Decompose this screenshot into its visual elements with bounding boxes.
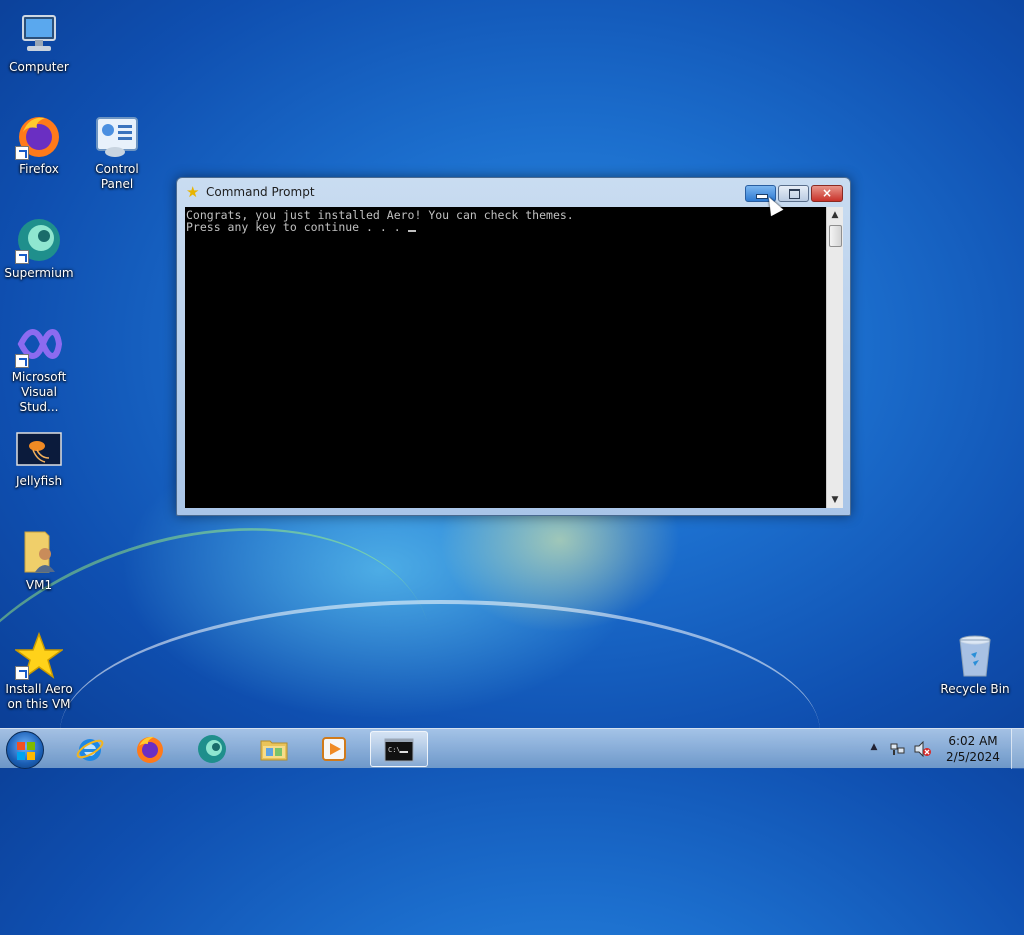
close-icon: ×	[821, 186, 833, 200]
show-desktop-button[interactable]	[1011, 729, 1024, 769]
shortcut-arrow-icon	[15, 354, 29, 368]
firefox-icon	[135, 734, 165, 764]
svg-text:C:\: C:\	[388, 746, 401, 754]
supermium-icon	[197, 734, 227, 764]
desktop-icon-label: Jellyfish	[15, 474, 63, 488]
taskbar-item-file-explorer[interactable]	[246, 731, 302, 767]
supermium-icon	[15, 216, 63, 264]
visual-studio-icon	[15, 320, 63, 368]
computer-icon	[15, 10, 63, 58]
desktop-icon-label: Firefox	[19, 162, 59, 176]
desktop-icon-label: Install Aero on this VM	[5, 682, 73, 711]
scroll-down-icon[interactable]: ▼	[827, 492, 843, 508]
recycle-bin-icon	[951, 632, 999, 680]
desktop-icon-label: VM1	[25, 578, 53, 592]
window-titlebar[interactable]: ★ Command Prompt ×	[177, 178, 850, 206]
command-prompt-window[interactable]: ★ Command Prompt × Congrats, you just in…	[176, 177, 851, 516]
desktop-icon-label: Microsoft Visual Stud...	[11, 370, 67, 414]
taskbar-item-internet-explorer[interactable]	[62, 731, 118, 767]
shortcut-arrow-icon	[15, 146, 29, 160]
clock-time: 6:02 AM	[948, 734, 998, 748]
volume-muted-icon[interactable]	[914, 740, 932, 758]
desktop-icon-firefox[interactable]: Firefox	[0, 112, 78, 177]
firefox-icon	[15, 112, 63, 160]
media-player-icon	[319, 734, 349, 764]
scroll-up-icon[interactable]: ▲	[827, 207, 843, 223]
console-line-prompt: Press any key to continue . . .	[186, 221, 826, 233]
command-prompt-icon: C:\	[384, 735, 414, 765]
close-button[interactable]: ×	[811, 185, 843, 202]
folder-icon	[259, 734, 289, 764]
window-title: Command Prompt	[206, 185, 315, 199]
windows-logo-icon	[17, 742, 35, 760]
console-line: Press any key to continue . . .	[186, 220, 408, 234]
text-cursor	[407, 230, 416, 232]
star-icon: ★	[186, 183, 200, 201]
shortcut-arrow-icon	[15, 250, 29, 264]
desktop-icon-visual-studio[interactable]: Microsoft Visual Stud...	[0, 320, 78, 415]
desktop-icon-label: Supermium	[4, 266, 74, 280]
network-icon[interactable]	[890, 741, 906, 757]
console-output[interactable]: Congrats, you just installed Aero! You c…	[185, 207, 826, 508]
desktop-icon-label: Computer	[9, 60, 69, 74]
desktop-icon-label: Control Panel	[95, 162, 139, 191]
star-icon	[13, 631, 65, 680]
desktop-icon-jellyfish[interactable]: Jellyfish	[0, 424, 78, 489]
system-clock[interactable]: 6:02 AM 2/5/2024	[944, 733, 1002, 765]
taskbar-item-media-player[interactable]	[306, 731, 362, 767]
taskbar: C:\ ▲ 6:02 AM 2/5/2024	[0, 728, 1024, 769]
clock-date: 2/5/2024	[946, 750, 1000, 764]
vertical-scrollbar[interactable]: ▲ ▼	[826, 207, 843, 508]
maximize-button[interactable]	[778, 185, 809, 202]
taskbar-item-firefox[interactable]	[122, 731, 178, 767]
taskbar-item-supermium[interactable]	[184, 731, 240, 767]
internet-explorer-icon	[75, 734, 105, 764]
show-hidden-icons-button[interactable]: ▲	[868, 741, 880, 753]
user-folder-icon	[15, 528, 63, 576]
scrollbar-thumb[interactable]	[829, 225, 842, 247]
desktop-icon-computer[interactable]: Computer	[0, 10, 78, 75]
maximize-icon	[789, 189, 800, 199]
desktop-icon-control-panel[interactable]: Control Panel	[78, 112, 156, 192]
control-panel-icon	[93, 112, 141, 160]
taskbar-item-command-prompt[interactable]: C:\	[370, 731, 428, 767]
desktop-icon-supermium[interactable]: Supermium	[0, 216, 78, 281]
shortcut-arrow-icon	[15, 666, 29, 680]
desktop-icon-recycle-bin[interactable]: Recycle Bin	[936, 632, 1014, 697]
desktop-icon-vm1[interactable]: VM1	[0, 528, 78, 593]
image-file-icon	[15, 424, 63, 472]
start-button[interactable]	[6, 731, 44, 769]
desktop-icon-install-aero[interactable]: Install Aero on this VM	[0, 631, 78, 712]
desktop-icon-label: Recycle Bin	[940, 682, 1010, 696]
